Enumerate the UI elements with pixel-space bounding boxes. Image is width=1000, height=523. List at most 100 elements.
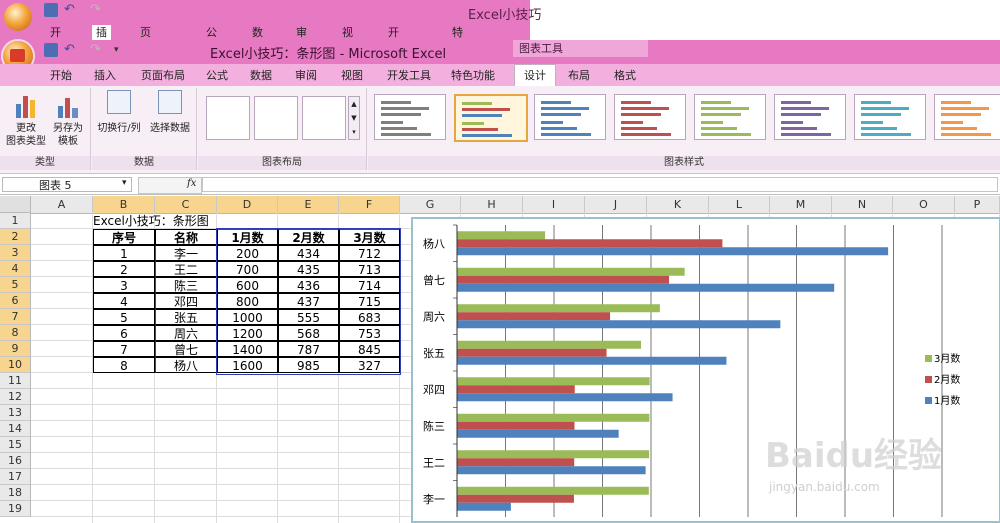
row-header[interactable]: 5 [0,277,31,293]
column-header[interactable]: J [585,196,647,213]
table-cell[interactable]: 4 [93,293,155,309]
back-tab-home[interactable]: 开始 [50,25,61,54]
column-header[interactable]: N [832,196,893,213]
table-cell[interactable]: 435 [278,261,339,277]
select-all-corner[interactable] [0,196,31,213]
table-cell[interactable]: 600 [217,277,278,293]
back-tab-review[interactable]: 审阅 [296,25,307,54]
table-header-cell[interactable]: 序号 [93,229,155,245]
column-header[interactable]: M [770,196,832,213]
table-cell[interactable]: 2 [93,261,155,277]
row-header[interactable]: 18 [0,485,31,501]
row-header[interactable]: 11 [0,373,31,389]
table-cell[interactable]: 683 [339,309,400,325]
table-cell[interactable]: 7 [93,341,155,357]
table-cell[interactable]: 845 [339,341,400,357]
column-header[interactable]: O [893,196,955,213]
tab-view[interactable]: 视图 [335,67,369,85]
table-cell[interactable]: 邓四 [155,293,217,309]
name-box-dropdown-icon[interactable]: ▾ [122,178,127,188]
tab-formulas[interactable]: 公式 [200,67,234,85]
column-header[interactable]: I [523,196,585,213]
table-header-cell[interactable]: 2月数 [278,229,339,245]
table-cell[interactable]: 327 [339,357,400,373]
column-header[interactable]: C [155,196,217,213]
chart-style-option[interactable] [694,94,766,140]
back-tab-data[interactable]: 数据 [252,25,263,54]
table-cell[interactable]: 1000 [217,309,278,325]
row-header[interactable]: 8 [0,325,31,341]
redo-icon[interactable]: ↷ [90,3,104,17]
tab-design[interactable]: 设计 [514,64,556,87]
undo-icon[interactable]: ↶ [64,3,78,17]
tab-review[interactable]: 审阅 [289,67,323,85]
table-cell[interactable]: 985 [278,357,339,373]
table-cell[interactable]: 曾七 [155,341,217,357]
tab-home[interactable]: 开始 [44,67,78,85]
chart-style-option[interactable] [534,94,606,140]
table-cell[interactable]: 787 [278,341,339,357]
row-header[interactable]: 7 [0,309,31,325]
column-header[interactable]: K [647,196,709,213]
name-box[interactable]: 图表 5 [2,177,132,192]
tab-developer[interactable]: 开发工具 [382,67,436,85]
column-header[interactable]: A [31,196,93,213]
switch-row-column-button[interactable]: 切换行/列 [94,90,144,135]
table-cell[interactable]: 700 [217,261,278,277]
row-header[interactable]: 17 [0,469,31,485]
tab-insert[interactable]: 插入 [88,67,122,85]
bar-chart[interactable]: 李一 王二 陈三 邓四 张五 周六 曾七 杨八 3月数 2月数 1月数 Baidu经验 jingyan.… [411,217,1000,523]
table-cell[interactable]: 6 [93,325,155,341]
row-header[interactable]: 4 [0,261,31,277]
chart-style-option[interactable] [454,94,528,142]
column-header[interactable]: D [217,196,278,213]
row-header[interactable]: 10 [0,357,31,373]
back-tab-formulas[interactable]: 公式 [206,25,217,54]
table-cell[interactable]: 5 [93,309,155,325]
office-button-back[interactable] [4,3,32,31]
table-cell[interactable]: 1200 [217,325,278,341]
tab-layout[interactable]: 布局 [562,67,596,85]
table-cell[interactable]: 1 [93,245,155,261]
table-cell[interactable]: 568 [278,325,339,341]
row-header[interactable]: 2 [0,229,31,245]
table-header-cell[interactable]: 1月数 [217,229,278,245]
back-tab-developer[interactable]: 开发工具 [388,25,399,84]
row-header[interactable]: 13 [0,405,31,421]
select-data-button[interactable]: 选择数据 [146,90,194,135]
back-tab-view[interactable]: 视图 [342,25,353,54]
column-header[interactable]: G [400,196,461,213]
chart-style-option[interactable] [934,94,1000,140]
column-header[interactable]: E [278,196,339,213]
table-header-cell[interactable]: 名称 [155,229,217,245]
save-icon[interactable] [44,3,58,17]
chart-style-option[interactable] [614,94,686,140]
table-cell[interactable]: 713 [339,261,400,277]
chart-style-option[interactable] [854,94,926,140]
table-cell[interactable]: 753 [339,325,400,341]
column-header[interactable]: L [709,196,770,213]
customize-quick-access-icon[interactable]: ▾ [114,43,128,57]
row-header[interactable]: 16 [0,453,31,469]
table-cell[interactable]: 555 [278,309,339,325]
table-cell[interactable]: 王二 [155,261,217,277]
table-cell[interactable]: 712 [339,245,400,261]
tab-data[interactable]: 数据 [244,67,278,85]
formula-input[interactable] [202,177,998,192]
table-header-cell[interactable]: 3月数 [339,229,400,245]
back-tab-page-layout[interactable]: 页面布局 [140,25,151,84]
table-cell[interactable]: 714 [339,277,400,293]
table-cell[interactable]: 1600 [217,357,278,373]
back-tab-insert[interactable]: 插入 [92,25,111,54]
table-cell[interactable]: 陈三 [155,277,217,293]
layout-option-1[interactable] [206,96,250,140]
sheet-title-cell[interactable]: Excel小技巧：条形图 [93,213,273,229]
table-cell[interactable]: 436 [278,277,339,293]
redo-icon[interactable]: ↷ [90,43,104,57]
row-header[interactable]: 14 [0,421,31,437]
table-cell[interactable]: 8 [93,357,155,373]
fx-label[interactable]: fx [187,178,196,189]
layout-gallery-scroll[interactable]: ▲ ▼ ▾ [348,96,360,140]
table-cell[interactable]: 715 [339,293,400,309]
tab-special[interactable]: 特色功能 [446,67,500,85]
